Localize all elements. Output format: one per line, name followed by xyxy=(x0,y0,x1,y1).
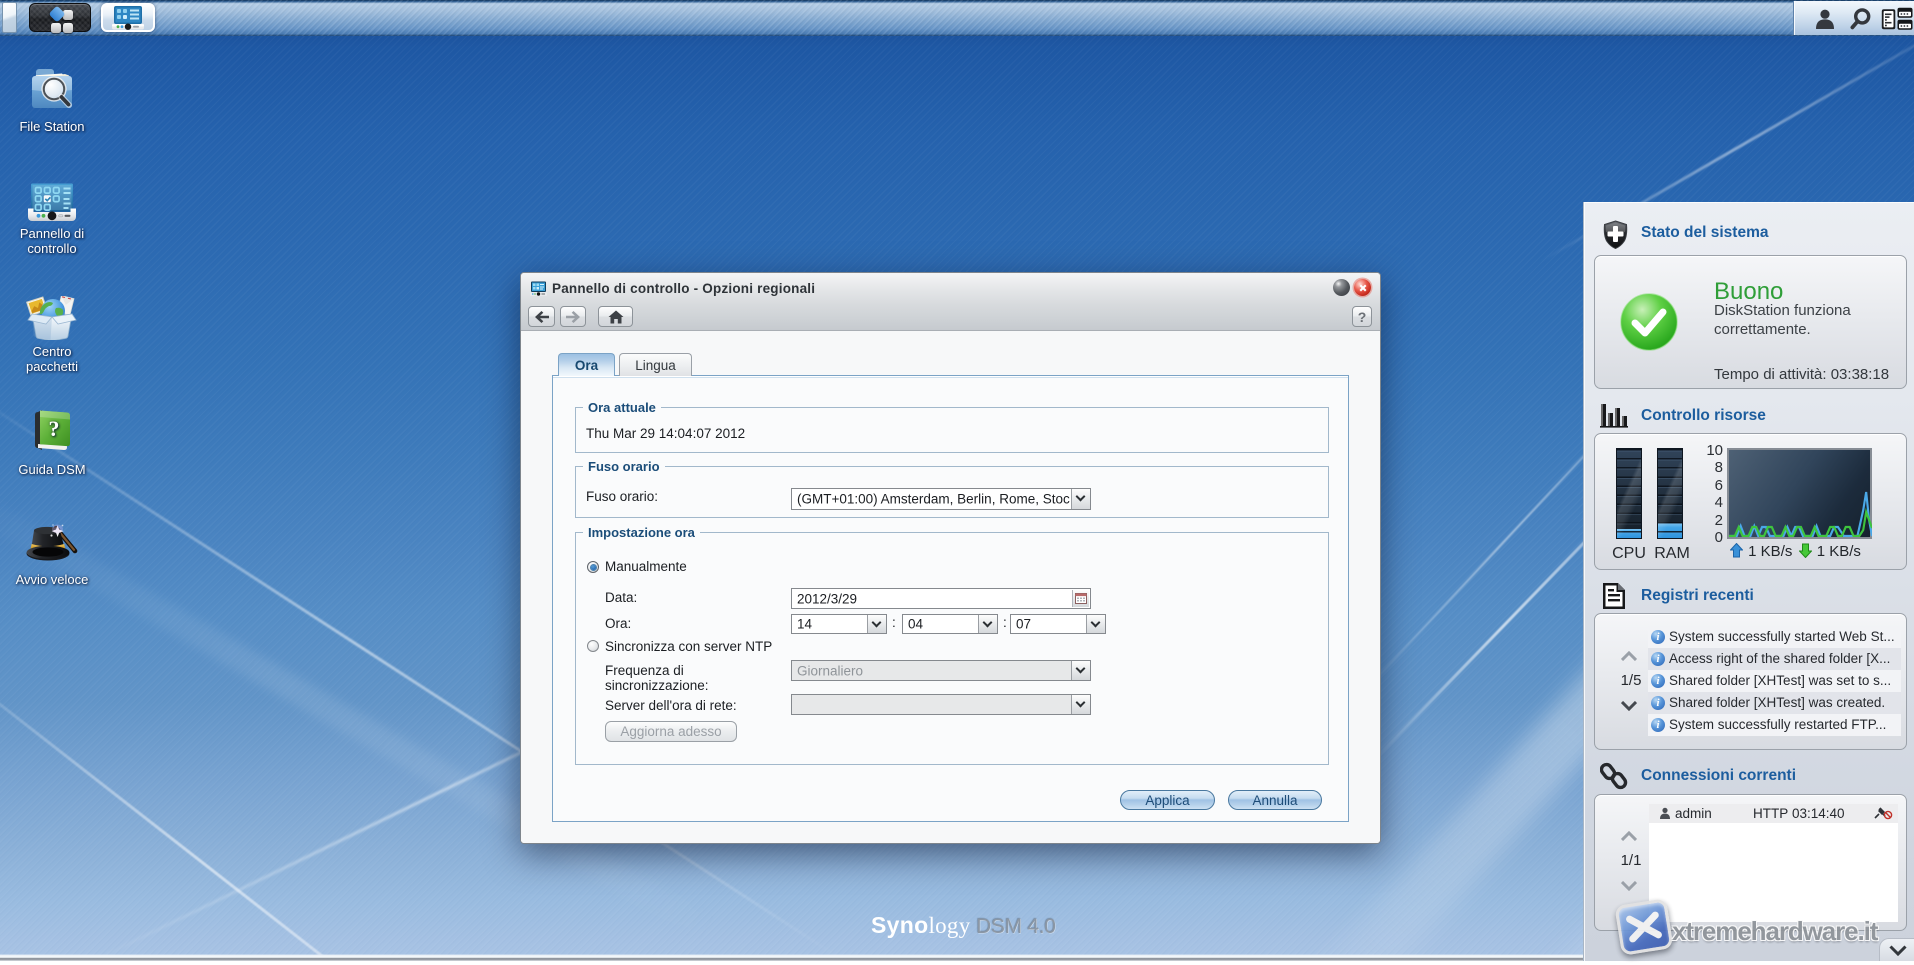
svg-text:?: ? xyxy=(49,416,60,441)
